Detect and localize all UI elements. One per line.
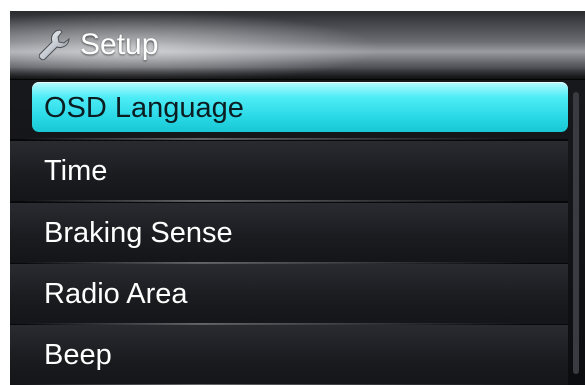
menu-item-label: OSD Language xyxy=(44,92,244,124)
page-title: Setup xyxy=(80,28,159,61)
menu-item-label: Time xyxy=(44,155,108,187)
setup-menu: OSD Language Time Braking Sense Radio Ar… xyxy=(10,79,585,385)
setup-screen: Setup OSD Language Time Braking Sense Ra… xyxy=(10,11,585,385)
menu-item-label: Beep xyxy=(44,339,112,371)
setup-header: Setup xyxy=(10,11,585,80)
menu-item-time[interactable]: Time xyxy=(10,141,568,203)
menu-item-label: Braking Sense xyxy=(44,217,233,249)
menu-scrollbar[interactable] xyxy=(573,92,579,374)
menu-item-label: Radio Area xyxy=(44,278,188,310)
menu-item-radio-area[interactable]: Radio Area xyxy=(10,264,568,326)
menu-item-beep[interactable]: Beep xyxy=(10,325,568,385)
menu-item-osd-language[interactable]: OSD Language xyxy=(10,79,568,141)
wrench-icon xyxy=(38,29,70,61)
menu-item-braking-sense[interactable]: Braking Sense xyxy=(10,203,568,265)
